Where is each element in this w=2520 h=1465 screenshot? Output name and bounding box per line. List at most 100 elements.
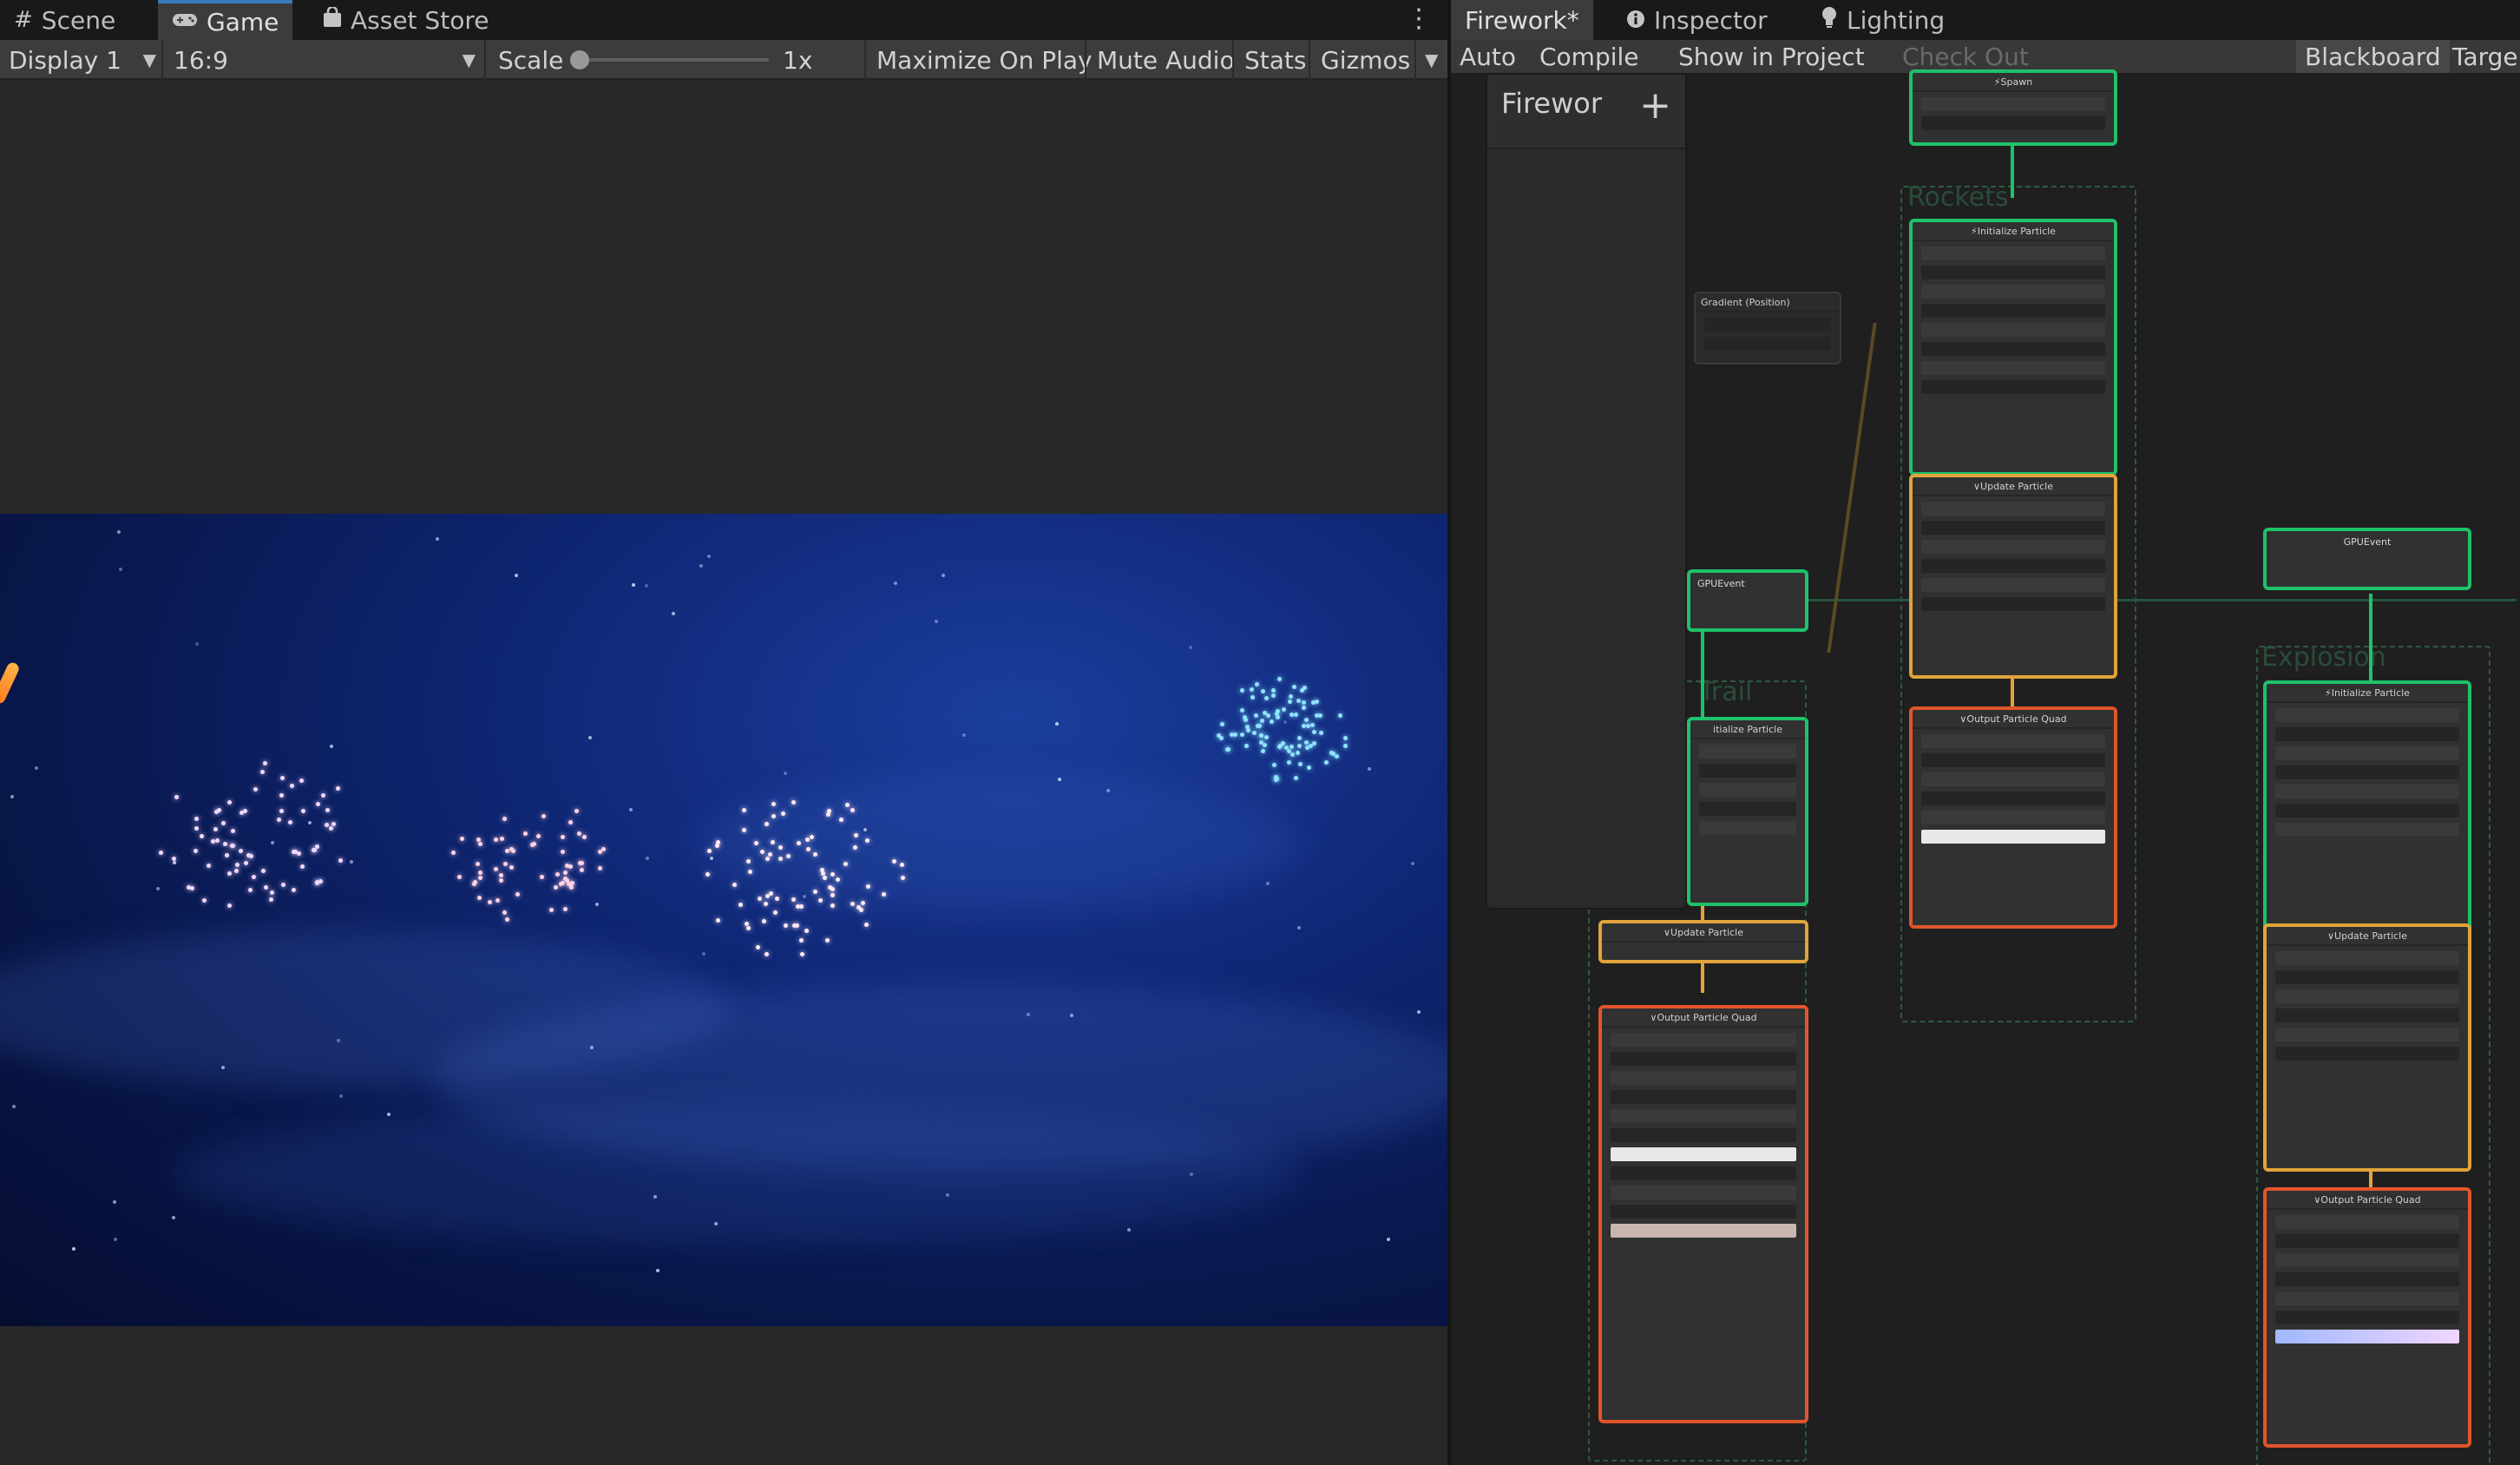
node-output-particle-quad-trail[interactable]: ∨ Output Particle Quad [1598, 1005, 1808, 1423]
firework-spark [477, 896, 482, 901]
firework-spark [207, 863, 212, 868]
star [961, 732, 966, 737]
maximize-on-play-toggle[interactable]: Maximize On Play [864, 40, 1093, 80]
firework-spark [554, 885, 559, 890]
firework-spark [502, 862, 508, 867]
tab-inspector[interactable]: Inspector [1612, 0, 1782, 40]
node-gpu-event-trail[interactable]: GPUEvent [1687, 569, 1808, 632]
star [338, 1094, 343, 1098]
add-property-button[interactable]: + [1639, 87, 1671, 125]
node-gpu-event-explosion[interactable]: GPUEvent [2263, 528, 2471, 590]
firework-spark [1291, 685, 1296, 690]
node-update-particle-trail[interactable]: ∨ Update Particle [1598, 920, 1808, 963]
show-in-project-button[interactable]: Show in Project [1670, 40, 1874, 73]
node-initialize-particle-trail[interactable]: itialize Particle [1687, 717, 1808, 906]
node-output-particle-quad-explosion[interactable]: ∨ Output Particle Quad [2263, 1187, 2471, 1448]
node-row [2275, 1272, 2459, 1286]
game-panel: # Scene Game Asset Store ⋮ Display 1 ▼ 1… [0, 0, 1449, 1465]
firework-spark [221, 821, 226, 826]
auto-compile-toggle[interactable]: Auto [1451, 40, 1525, 73]
node-update-particle-rockets[interactable]: ∨ Update Particle [1909, 474, 2117, 679]
blackboard-panel[interactable]: Firewor + [1486, 73, 1687, 910]
node-row [1921, 521, 2105, 535]
property-link[interactable] [1827, 323, 1877, 653]
firework-spark [1263, 743, 1268, 748]
more-options-icon[interactable]: ⋮ [1406, 3, 1432, 34]
star [645, 857, 649, 861]
firework-spark [224, 853, 229, 858]
tab-scene-label: Scene [41, 5, 116, 35]
firework-spark [338, 857, 343, 863]
star [594, 902, 599, 906]
firework-spark [764, 952, 769, 957]
firework-spark [1266, 713, 1271, 719]
firework-spark [1302, 706, 1307, 711]
firework-spark [1280, 740, 1285, 746]
firework-spark [785, 853, 791, 858]
star [702, 951, 706, 956]
node-row [1921, 380, 2105, 394]
node-row [1921, 734, 2105, 748]
firework-spark [794, 923, 799, 929]
firework-spark [227, 871, 233, 877]
aspect-dropdown[interactable]: 16:9 ▼ [161, 40, 482, 80]
node-row [1611, 1186, 1796, 1199]
node-row [1921, 266, 2105, 279]
node-row [1921, 559, 2105, 573]
node-spawn[interactable]: ⚡ Spawn [1909, 69, 2117, 146]
firework-spark [771, 813, 776, 818]
node-title: ⚡ Initialize Particle [1913, 222, 2114, 241]
tab-lighting[interactable]: Lighting [1807, 0, 1959, 40]
firework-spark [539, 874, 544, 879]
blackboard-toggle[interactable]: Blackboard [2296, 40, 2450, 73]
firework-spark [280, 775, 285, 780]
firework-spark [759, 849, 765, 854]
firework-spark [804, 838, 810, 843]
node-row [1921, 811, 2105, 824]
gizmos-toggle[interactable]: Gizmos [1309, 40, 1410, 80]
node-initialize-particle-rockets[interactable]: ⚡ Initialize Particle [1909, 219, 2117, 476]
display-dropdown[interactable]: Display 1 ▼ [9, 40, 156, 80]
firework-spark [1319, 730, 1324, 735]
check-out-button[interactable]: Check Out [1893, 40, 2038, 73]
flow-link[interactable] [2011, 146, 2014, 198]
node-gradient-operator[interactable]: Gradient (Position) [1694, 292, 1841, 365]
flow-link[interactable] [1701, 962, 1704, 993]
node-row [2275, 804, 2459, 818]
firework-spark [755, 944, 760, 949]
tab-asset-store[interactable]: Asset Store [309, 0, 502, 40]
firework-spark [805, 846, 810, 851]
node-title-text: Initialize Particle [1977, 225, 2056, 237]
tab-game[interactable]: Game [158, 0, 293, 40]
blackboard-title: Firewor [1501, 87, 1603, 120]
firework-spark [1277, 745, 1283, 750]
firework-spark [772, 910, 778, 915]
compile-button[interactable]: Compile [1531, 40, 1648, 73]
firework-spark [1219, 722, 1224, 727]
firework-spark [1343, 736, 1349, 741]
flow-link[interactable] [2369, 594, 2372, 689]
graph-canvas[interactable]: Rockets Explosion Trail ⚡ Spawn ⚡ Initia… [1451, 69, 2520, 1465]
scale-slider-track[interactable] [583, 58, 769, 62]
game-viewport[interactable] [0, 514, 1449, 1326]
firework-spark [850, 901, 855, 906]
firework-spark [291, 888, 296, 893]
target-toggle[interactable]: Targe [2444, 40, 2520, 73]
node-row [2275, 1008, 2459, 1022]
scale-slider-handle[interactable] [570, 50, 589, 69]
node-output-particle-quad-rockets[interactable]: ∨ Output Particle Quad [1909, 706, 2117, 929]
node-title-text: Gradient (Position) [1701, 296, 1790, 308]
firework-spark [1301, 723, 1306, 728]
tab-firework[interactable]: Firework* [1451, 0, 1593, 40]
node-row [2275, 785, 2459, 798]
flow-link[interactable] [1701, 628, 1704, 720]
node-update-particle-explosion[interactable]: ∨ Update Particle [2263, 923, 2471, 1172]
tab-game-label: Game [207, 7, 279, 36]
tab-firework-label: Firework* [1465, 5, 1579, 35]
firework-spark [705, 871, 710, 877]
stats-toggle[interactable]: Stats [1232, 40, 1306, 80]
mute-audio-toggle[interactable]: Mute Audio [1085, 40, 1235, 80]
tab-scene[interactable]: # Scene [0, 0, 129, 40]
firework-spark [502, 910, 507, 915]
gizmos-dropdown[interactable]: ▼ [1414, 40, 1438, 80]
